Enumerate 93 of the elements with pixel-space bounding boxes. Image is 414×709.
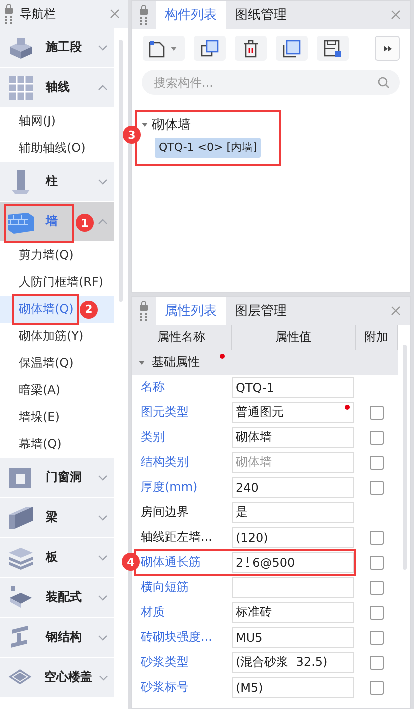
caret-down-icon[interactable] — [98, 474, 108, 480]
checkbox[interactable] — [370, 480, 384, 494]
lock-grip-icon[interactable] — [139, 5, 149, 25]
nav-group[interactable]: 板 — [0, 538, 114, 578]
property-value-field[interactable]: 标准砖 — [232, 602, 354, 623]
close-icon[interactable] — [110, 9, 120, 19]
lock-grip-icon[interactable] — [139, 301, 149, 321]
nav-title: 导航栏 — [20, 6, 57, 22]
nav-group[interactable]: 墙 1 — [0, 202, 114, 242]
new-file-icon — [149, 40, 165, 58]
property-name: 砖砌块强度... — [140, 629, 214, 646]
caret-up-icon[interactable] — [98, 218, 108, 224]
property-name: 结构类别 — [140, 454, 190, 471]
checkbox[interactable] — [370, 656, 384, 670]
beam-icon — [6, 504, 36, 530]
checkbox[interactable] — [370, 406, 384, 420]
copy-button[interactable] — [194, 36, 226, 61]
nav-group[interactable]: 门窗洞 — [0, 458, 114, 498]
checkbox[interactable] — [370, 680, 384, 694]
search-field[interactable]: 搜索构件... — [142, 70, 400, 95]
property-value-field[interactable]: 砌体墙 — [232, 427, 354, 448]
caret-down-icon[interactable] — [98, 674, 108, 680]
search-icon — [378, 77, 390, 89]
nav-group[interactable]: 施工段 — [0, 28, 114, 68]
duplicate-button[interactable] — [276, 36, 308, 61]
new-component-button[interactable] — [143, 36, 185, 61]
property-name: 类别 — [140, 429, 166, 446]
caret-down-icon[interactable] — [98, 554, 108, 560]
checkbox[interactable] — [370, 630, 384, 644]
nav-group[interactable]: 装配式 — [0, 578, 114, 618]
tree-item[interactable]: QTQ-1 <0> [内墙] — [155, 138, 262, 158]
property-value-field[interactable]: MU5 — [232, 627, 354, 648]
dropdown-icon — [171, 46, 177, 50]
property-name: 横向短筋 — [140, 579, 190, 596]
property-value-field[interactable]: 普通图元 — [232, 402, 354, 423]
save-layer-button[interactable] — [317, 36, 349, 61]
delete-button[interactable] — [235, 36, 267, 61]
property-name: 砂浆类型 — [140, 654, 190, 671]
property-value-field[interactable]: 2⏚6@500 — [232, 552, 354, 573]
close-icon[interactable] — [391, 306, 401, 316]
step-badge: 2 — [80, 300, 98, 318]
nav-group[interactable]: 柱 — [0, 162, 114, 202]
checkbox[interactable] — [370, 530, 384, 544]
group-row[interactable]: 基础属性 — [132, 350, 398, 375]
caret-down-icon[interactable] — [98, 44, 108, 50]
property-value-field[interactable]: (M5) — [232, 677, 354, 698]
panel-tab[interactable]: 属性列表 — [156, 297, 226, 325]
property-name: 轴线距左墙... — [140, 529, 214, 546]
nav-group[interactable]: 空心楼盖 — [0, 658, 114, 698]
panel-tab[interactable]: 图纸管理 — [226, 1, 296, 29]
expand-icon[interactable] — [138, 360, 146, 366]
property-name: 图元类型 — [140, 404, 190, 421]
property-name: 房间边界 — [140, 504, 190, 521]
property-value-field[interactable]: 240 — [232, 477, 354, 498]
step-badge: 1 — [76, 214, 94, 232]
trash-icon — [243, 40, 259, 58]
caret-up-icon[interactable] — [98, 84, 108, 90]
nav-item[interactable]: 砌体墙(Q) 2 — [0, 296, 114, 323]
caret-down-icon[interactable] — [98, 634, 108, 640]
close-icon[interactable] — [391, 10, 401, 20]
property-name: 材质 — [140, 604, 166, 621]
checkbox[interactable] — [370, 606, 384, 620]
nav-group[interactable]: 轴线 — [0, 68, 114, 108]
property-value-field[interactable]: QTQ-1 — [232, 377, 354, 398]
more-button[interactable] — [375, 36, 400, 61]
caret-down-icon[interactable] — [98, 514, 108, 520]
grid-icon — [6, 74, 36, 100]
property-value-field[interactable] — [232, 577, 354, 598]
lock-grip-icon[interactable] — [4, 4, 14, 24]
property-value-field[interactable]: (120) — [232, 527, 354, 548]
property-value-field[interactable]: 是 — [232, 502, 354, 523]
panel-tab[interactable]: 构件列表 — [156, 1, 226, 29]
nav-group[interactable]: 梁 — [0, 498, 114, 538]
property-name: 厚度(mm) — [140, 479, 199, 496]
checkbox[interactable] — [370, 430, 384, 444]
stacked-copy-icon — [283, 40, 301, 58]
expand-icon[interactable] — [141, 122, 149, 128]
checkbox[interactable] — [370, 556, 384, 570]
step-badge: 4 — [122, 553, 140, 571]
caret-down-icon[interactable] — [98, 594, 108, 600]
property-name: 砂浆标号 — [140, 679, 190, 696]
panel-tab[interactable]: 图层管理 — [226, 297, 296, 325]
tree-node[interactable]: 砌体墙 — [152, 116, 191, 134]
caret-down-icon[interactable] — [98, 178, 108, 184]
floppy-icon — [324, 40, 342, 58]
fast-forward-icon — [384, 46, 392, 52]
step-badge: 3 — [123, 126, 141, 144]
nav-group[interactable]: 钢结构 — [0, 618, 114, 658]
property-name: 砌体通长筋 — [140, 554, 202, 571]
property-name: 名称 — [140, 379, 166, 396]
property-value-field[interactable]: (混合砂浆 32.5) — [232, 652, 354, 673]
checkbox[interactable] — [370, 580, 384, 594]
copy-icon — [201, 40, 219, 58]
